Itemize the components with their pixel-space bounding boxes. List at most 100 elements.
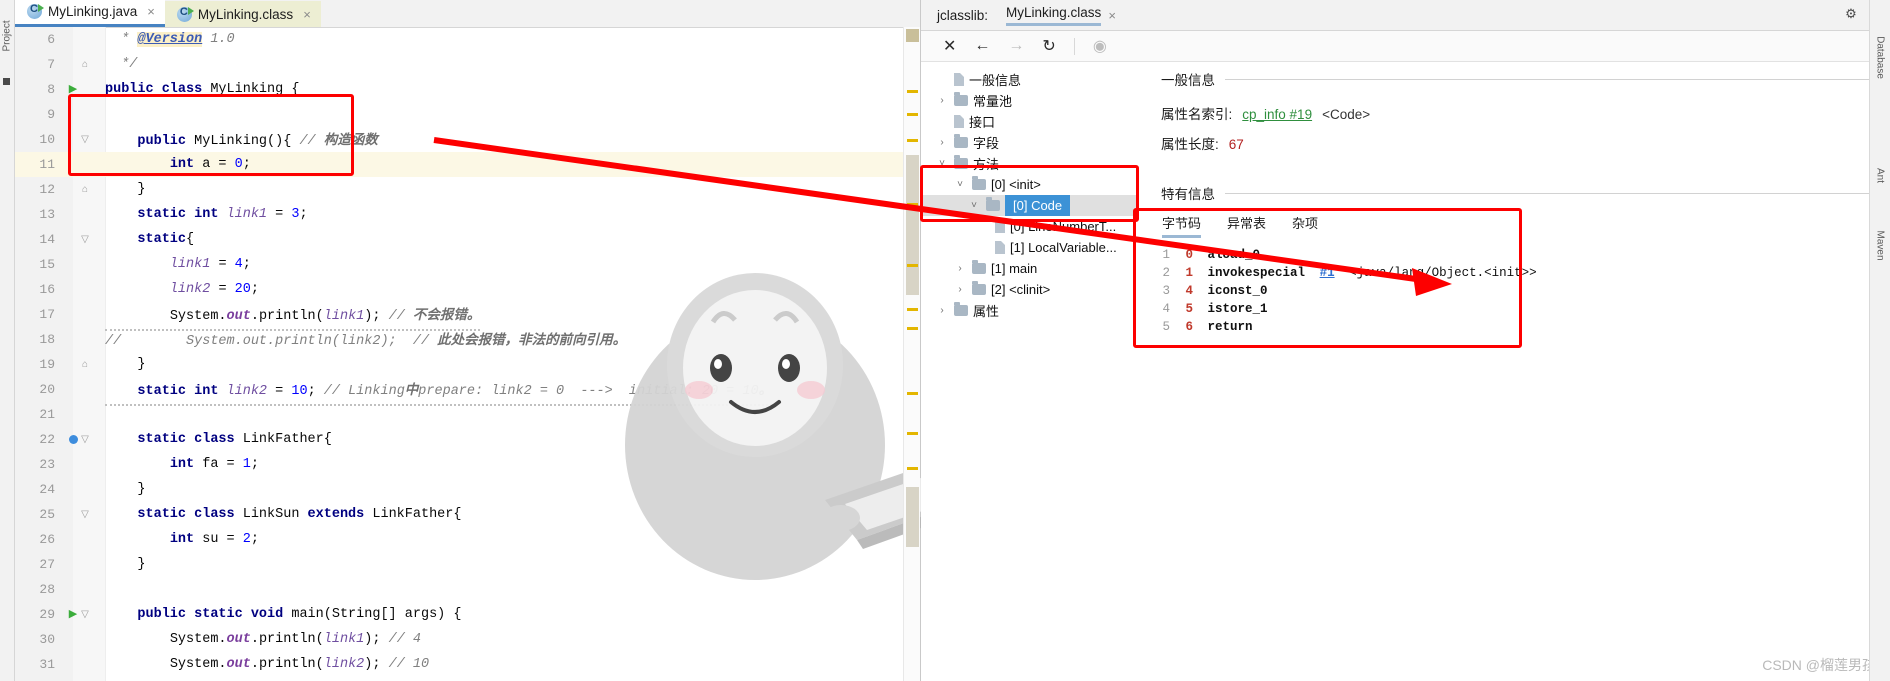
tree-item-init-method[interactable]: ˅ [0] <init>	[921, 174, 1139, 195]
marker-stripe[interactable]	[907, 327, 918, 330]
code-line[interactable]: 6 * @Version 1.0	[15, 27, 904, 52]
tab-exception-table[interactable]: 异常表	[1227, 213, 1266, 238]
marker-stripe[interactable]	[907, 139, 918, 142]
close-icon[interactable]: ✕	[943, 36, 956, 56]
fold-marker[interactable]: ▽	[77, 602, 93, 627]
browse-globe-icon[interactable]: ◉	[1093, 36, 1107, 56]
maven-tool-window-label[interactable]: Maven	[1875, 214, 1886, 278]
database-tool-window-label[interactable]: Database	[1875, 26, 1886, 90]
code-line[interactable]: 19 ⌂ }	[15, 352, 904, 377]
code-line[interactable]: 25 ▽ static class LinkSun extends LinkFa…	[15, 502, 904, 527]
marker-stripe[interactable]	[907, 392, 918, 395]
ant-tool-window-label[interactable]: Ant	[1875, 144, 1886, 208]
code-line[interactable]: 28	[15, 577, 904, 602]
tab-misc[interactable]: 杂项	[1292, 213, 1318, 238]
fold-marker[interactable]: ⌂	[77, 177, 93, 202]
tree-item-localvariabletable[interactable]: [1] LocalVariable...	[921, 237, 1139, 258]
code-line[interactable]: 16 link2 = 20;	[15, 277, 904, 302]
fold-marker[interactable]: ▽	[77, 502, 93, 527]
code-line[interactable]: 23 int fa = 1;	[15, 452, 904, 477]
scroll-thumb[interactable]	[906, 155, 919, 295]
reload-icon[interactable]: ↻	[1042, 36, 1055, 56]
marker-stripe[interactable]	[907, 90, 918, 93]
tree-item-linenumbertable[interactable]: [0] LineNumberT...	[921, 216, 1139, 237]
tree-item-fields[interactable]: › 字段	[921, 132, 1139, 153]
code-line[interactable]: 17 System.out.println(link1); // 不会报错。	[15, 302, 904, 331]
bytecode-row[interactable]: 4 5 istore_1	[1156, 300, 1522, 318]
fold-marker[interactable]: ▽	[77, 227, 93, 252]
chevron-right-icon[interactable]: ›	[935, 305, 949, 316]
chevron-down-icon[interactable]: ˅	[953, 179, 967, 190]
code-line[interactable]: 18 // System.out.println(link2); // 此处会报…	[15, 327, 904, 352]
tab-mylinking-java[interactable]: MyLinking.java ×	[15, 0, 165, 27]
tree-item-methods[interactable]: ˅ 方法	[921, 153, 1139, 174]
chevron-right-icon[interactable]: ›	[953, 263, 967, 274]
code-line[interactable]: 31 System.out.println(link2); // 10	[15, 652, 904, 677]
marker-stripe[interactable]	[907, 432, 918, 435]
code-line[interactable]: 32	[15, 677, 904, 681]
chevron-down-icon[interactable]: ˅	[935, 158, 949, 169]
class-structure-tree[interactable]: 一般信息 › 常量池 接口 › 字段 ˅ 方法 ˅ [0] <init> ˅ […	[921, 61, 1139, 681]
fold-marker[interactable]: ⌂	[77, 352, 93, 377]
tree-item-main-method[interactable]: › [1] main	[921, 258, 1139, 279]
tree-item-general-info[interactable]: 一般信息	[921, 69, 1139, 90]
tree-item-code-attribute[interactable]: ˅ [0] Code	[921, 195, 1139, 216]
code-line[interactable]: 21	[15, 402, 904, 427]
bytecode-row[interactable]: 1 0 aload_0	[1156, 246, 1522, 264]
tree-item-attributes[interactable]: › 属性	[921, 300, 1139, 321]
editor-marker-bar[interactable]	[903, 27, 920, 681]
code-line[interactable]: 15 link1 = 4;	[15, 252, 904, 277]
close-icon[interactable]: ×	[1108, 8, 1116, 23]
code-line[interactable]: 27 }	[15, 552, 904, 577]
tab-mylinking-class-jclasslib[interactable]: MyLinking.class	[1006, 5, 1102, 26]
tree-item-clinit-method[interactable]: › [2] <clinit>	[921, 279, 1139, 300]
marker-stripe[interactable]	[907, 203, 918, 206]
code-line[interactable]: 26 int su = 2;	[15, 527, 904, 552]
close-icon[interactable]: ×	[303, 7, 311, 22]
code-line[interactable]: 9	[15, 102, 904, 127]
chevron-right-icon[interactable]: ›	[953, 284, 967, 295]
forward-arrow-icon[interactable]: →	[1008, 37, 1024, 55]
tab-bytecode[interactable]: 字节码	[1162, 213, 1202, 238]
chevron-right-icon[interactable]: ›	[935, 95, 949, 106]
code-line[interactable]: 14 ▽ static{	[15, 227, 904, 252]
marker-stripe[interactable]	[907, 113, 918, 116]
bytecode-row[interactable]: 3 4 iconst_0	[1156, 282, 1522, 300]
gear-icon[interactable]: ⚙	[1845, 6, 1857, 22]
tree-item-interfaces[interactable]: 接口	[921, 111, 1139, 132]
code-line[interactable]: 20 static int link2 = 10; // Linking中pre…	[15, 377, 904, 406]
close-icon[interactable]: ×	[147, 4, 155, 19]
code-editor[interactable]: 6 * @Version 1.0 7 ⌂ */ 8 ▶ public class…	[15, 27, 904, 681]
code-line[interactable]: 10 ▽ public MyLinking(){ // 构造函数	[15, 127, 904, 152]
marker-stripe[interactable]	[907, 264, 918, 267]
scroll-thumb[interactable]	[906, 487, 919, 547]
marker-block[interactable]	[906, 29, 919, 42]
bytecode-row[interactable]: 5 6 return	[1156, 318, 1522, 336]
code-line[interactable]: 8 ▶ public class MyLinking {	[15, 77, 904, 102]
code-line[interactable]: 24 }	[15, 477, 904, 502]
structure-icon[interactable]	[3, 78, 10, 85]
code-line[interactable]: 29 ▶ ▽ public static void main(String[] …	[15, 602, 904, 627]
chevron-right-icon[interactable]: ›	[935, 137, 949, 148]
project-tool-window-label[interactable]: Project	[2, 12, 13, 51]
marker-stripe[interactable]	[907, 308, 918, 311]
tab-mylinking-class[interactable]: MyLinking.class ×	[164, 1, 321, 27]
code-line[interactable]: 13 static int link1 = 3;	[15, 202, 904, 227]
code-line[interactable]: 30 System.out.println(link1); // 4	[15, 627, 904, 652]
code-line[interactable]: 7 ⌂ */	[15, 52, 904, 77]
code-line[interactable]: 12 ⌂ }	[15, 177, 904, 202]
bytecode-instruction-list[interactable]: 1 0 aload_0 2 1 invokespecial #1 <java/l…	[1140, 238, 1536, 342]
code-line-caret[interactable]: 11 int a = 0;	[15, 152, 904, 177]
fold-marker[interactable]: ⌂	[77, 52, 93, 77]
tree-item-constant-pool[interactable]: › 常量池	[921, 90, 1139, 111]
run-gutter-icon[interactable]: ▶	[63, 77, 83, 102]
constant-pool-ref-link[interactable]: #1	[1320, 266, 1335, 280]
back-arrow-icon[interactable]: ←	[974, 37, 990, 55]
chevron-down-icon[interactable]: ˅	[967, 200, 981, 211]
code-line[interactable]: 22 ▽ static class LinkFather{	[15, 427, 904, 452]
cp-info-link[interactable]: cp_info #19	[1242, 107, 1312, 122]
bytecode-row[interactable]: 2 1 invokespecial #1 <java/lang/Object.<…	[1156, 264, 1536, 282]
marker-stripe[interactable]	[907, 467, 918, 470]
fold-marker[interactable]: ▽	[77, 427, 93, 452]
fold-marker[interactable]: ▽	[77, 127, 93, 152]
